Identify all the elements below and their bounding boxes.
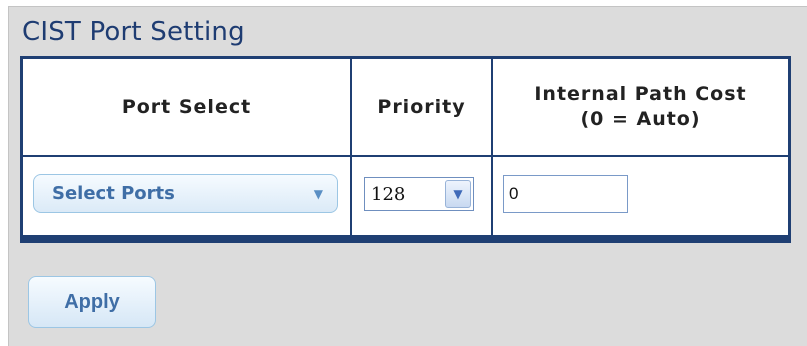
header-priority: Priority <box>350 59 491 157</box>
cist-port-table: Port Select Priority Internal Path Cost … <box>20 56 791 243</box>
chevron-down-icon[interactable]: ▼ <box>445 180 471 208</box>
header-internal-path-cost-line1: Internal Path Cost <box>534 83 747 106</box>
table-row-port-select-cell: Select Ports ▼ <box>23 157 350 238</box>
header-port-select-label: Port Select <box>121 95 252 118</box>
apply-button[interactable]: Apply <box>28 276 156 328</box>
priority-select[interactable]: 128 ▼ <box>364 177 474 211</box>
dropdown-arrow-icon: ▼ <box>313 186 323 201</box>
priority-value: 128 <box>371 183 406 205</box>
page-title: CIST Port Setting <box>22 17 245 47</box>
header-port-select: Port Select <box>23 59 350 157</box>
table-row-priority-cell: 128 ▼ <box>350 157 491 238</box>
select-ports-label: Select Ports <box>52 183 175 204</box>
select-ports-dropdown[interactable]: Select Ports ▼ <box>33 174 338 213</box>
internal-path-cost-input[interactable] <box>503 175 628 213</box>
header-priority-label: Priority <box>377 95 466 118</box>
header-internal-path-cost-line2: (0 = Auto) <box>580 108 701 130</box>
header-internal-path-cost-label: Internal Path Cost (0 = Auto) <box>534 82 746 131</box>
table-row-path-cost-cell <box>491 157 788 238</box>
header-internal-path-cost: Internal Path Cost (0 = Auto) <box>491 59 788 157</box>
